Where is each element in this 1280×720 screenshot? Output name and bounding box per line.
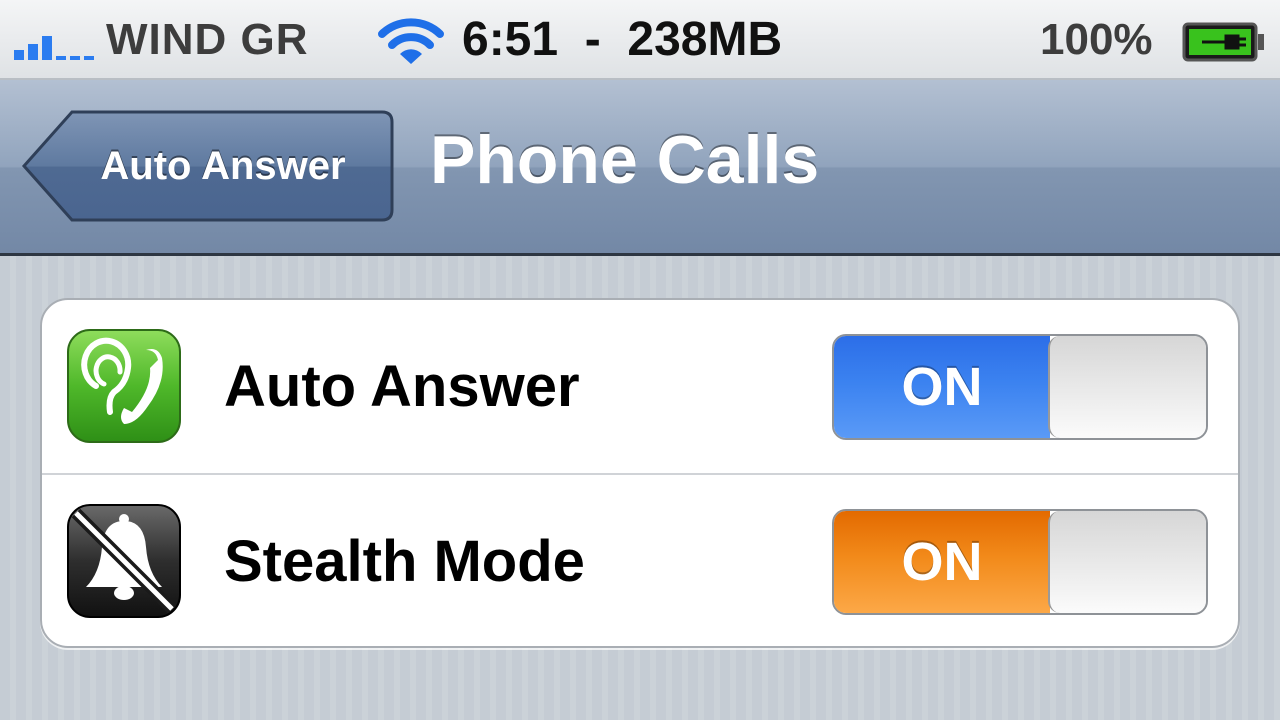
toggle-knob[interactable] [1048,336,1206,438]
settings-row-stealth-mode: Stealth Mode ON [42,475,1238,648]
settings-group: Auto Answer ON Stealth Mode ON [40,298,1240,648]
setting-label: Stealth Mode [224,529,585,594]
time-memory-readout: 6:51 - 238MB [462,13,783,66]
back-button[interactable]: Auto Answer [20,108,396,224]
battery-charging-icon [1182,22,1264,62]
toggle-knob[interactable] [1048,511,1206,613]
navigation-bar: Auto Answer Phone Calls [0,80,1280,256]
stealth-mode-toggle[interactable]: ON [832,509,1208,615]
signal-bars-icon [14,36,94,60]
battery-percent: 100% [1040,15,1153,64]
carrier-name: WIND GR [106,15,309,64]
back-button-label: Auto Answer [100,144,346,188]
settings-row-auto-answer: Auto Answer ON [42,300,1238,475]
muted-bell-icon [67,504,181,618]
toggle-on-label: ON [834,336,1050,438]
wifi-icon [378,18,444,64]
phone-ear-icon [67,329,181,443]
toggle-on-label: ON [834,511,1050,613]
status-bar: WIND GR 6:51 - 238MB 100% [0,0,1280,80]
auto-answer-toggle[interactable]: ON [832,334,1208,440]
page-title: Phone Calls [430,122,820,198]
setting-label: Auto Answer [224,354,580,419]
